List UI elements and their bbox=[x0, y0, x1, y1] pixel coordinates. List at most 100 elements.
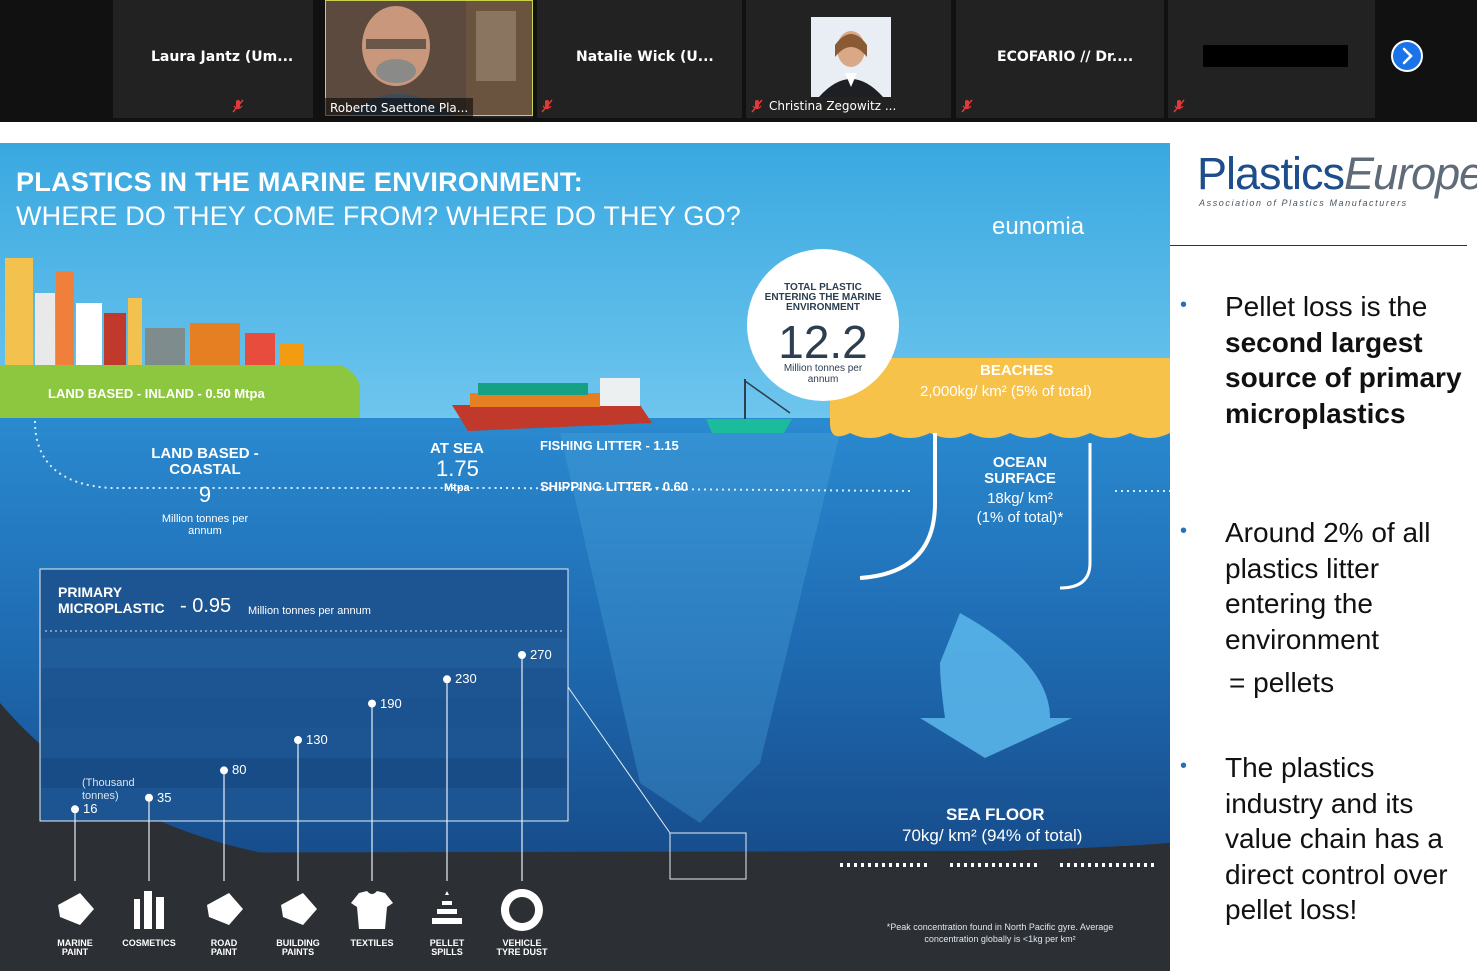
mic-off-icon bbox=[1173, 99, 1185, 113]
participant-tile[interactable]: Natalie Wick (U... bbox=[537, 0, 742, 118]
infographic: PLASTICS IN THE MARINE ENVIRONMENT: WHER… bbox=[0, 143, 1170, 971]
primary-label-2: MICROPLASTIC bbox=[58, 600, 165, 616]
sea-floor-value: 70kg/ km² (94% of total) bbox=[902, 826, 1083, 845]
lollipop-dot bbox=[71, 805, 79, 814]
mic-off-icon bbox=[541, 99, 553, 113]
lollipop-dot bbox=[220, 766, 228, 775]
participant-tile[interactable]: Laura Jantz (Um... bbox=[113, 0, 313, 118]
participant-video bbox=[811, 17, 891, 97]
chart-value-label: 270 bbox=[530, 647, 552, 662]
primary-label-1: PRIMARY bbox=[58, 584, 123, 600]
lollipop-dot bbox=[518, 651, 526, 659]
participant-name: Natalie Wick (U... bbox=[576, 49, 714, 65]
participant-name: Laura Jantz (Um... bbox=[151, 49, 294, 65]
category-label-line: SPILLS bbox=[431, 947, 463, 957]
ocean-surface-value: 18kg/ km² bbox=[987, 490, 1053, 507]
participant-name: ECOFARIO // Dr.... bbox=[997, 49, 1134, 65]
infographic-title-line1: PLASTICS IN THE MARINE ENVIRONMENT: bbox=[16, 167, 584, 197]
land-inland-label: LAND BASED - INLAND - 0.50 Mtpa bbox=[48, 386, 265, 401]
chart-value-label: 16 bbox=[83, 801, 98, 817]
shipping-litter-label: SHIPPING LITTER - 0.60 bbox=[540, 479, 689, 494]
total-label: TOTAL PLASTIC ENTERING THE MARINE ENVIRO… bbox=[764, 282, 882, 313]
bullet-marker: • bbox=[1180, 755, 1188, 777]
chart-value-label: 130 bbox=[306, 732, 328, 748]
participant-tile[interactable]: ECOFARIO // Dr.... bbox=[956, 0, 1164, 118]
redacted-name bbox=[1203, 45, 1348, 67]
participant-name: Christina Zegowitz ... bbox=[769, 99, 897, 113]
category-label: VEHICLE TYRE DUST bbox=[482, 939, 562, 957]
lollipop-dot bbox=[294, 736, 302, 745]
chart-value-label: 35 bbox=[157, 789, 172, 805]
category-label: TEXTILES bbox=[332, 939, 412, 948]
category-label: ROAD PAINT bbox=[184, 939, 264, 957]
bullet-1-text: Pellet loss is the bbox=[1225, 291, 1428, 322]
bullet-marker: • bbox=[1180, 294, 1188, 316]
infographic-title-line2: WHERE DO THEY COME FROM? WHERE DO THEY G… bbox=[16, 201, 741, 231]
category-label: MARINE PAINT bbox=[35, 939, 115, 957]
land-coastal-label: LAND BASED - COASTAL bbox=[151, 445, 259, 478]
category-label-line: COSMETICS bbox=[122, 938, 176, 948]
shared-slide: PLASTICS IN THE MARINE ENVIRONMENT: WHER… bbox=[0, 124, 1477, 971]
category-label-line: TYRE DUST bbox=[496, 947, 548, 957]
meeting-window: Laura Jantz (Um... Roberto Saettone Pla.… bbox=[0, 0, 1477, 971]
category-icon bbox=[281, 893, 317, 925]
chart-value-label: 190 bbox=[380, 695, 402, 711]
participant-name: Roberto Saettone Pla... bbox=[325, 98, 474, 118]
bullet-2-eq: = pellets bbox=[1229, 667, 1335, 698]
footnote: *Peak concentration found in North Pacif… bbox=[886, 922, 1114, 944]
category-icon bbox=[351, 891, 393, 929]
at-sea-label: AT SEA bbox=[430, 440, 484, 457]
mic-off-icon bbox=[961, 99, 973, 113]
at-sea-unit: Mtpa bbox=[444, 482, 470, 494]
lollipop-dot bbox=[368, 699, 376, 708]
beaches-label: BEACHES bbox=[980, 362, 1054, 379]
logo-text-europe: Europe bbox=[1344, 148, 1477, 199]
ocean-surface-pct: (1% of total)* bbox=[976, 509, 1064, 526]
eunomia-logo: eunomia bbox=[992, 213, 1085, 240]
primary-value: - 0.95 bbox=[180, 595, 232, 617]
category-label-line: PAINTS bbox=[281, 947, 315, 957]
total-value: 12.2 bbox=[778, 316, 868, 368]
participant-tile-video[interactable]: Christina Zegowitz ... bbox=[746, 0, 951, 118]
beaches-value: 2,000kg/ km² (5% of total) bbox=[920, 383, 1092, 400]
category-label: BUILDING PAINTS bbox=[258, 939, 338, 957]
participant-tile[interactable] bbox=[1168, 0, 1375, 118]
next-participants-button[interactable] bbox=[1391, 40, 1423, 72]
infographic-scene bbox=[0, 143, 1170, 971]
mic-off-icon bbox=[232, 99, 244, 113]
divider bbox=[1170, 245, 1467, 246]
logo-subtitle: Association of Plastics Manufacturers bbox=[1199, 198, 1408, 208]
bullet-3: The plastics industry and its value chai… bbox=[1225, 752, 1448, 925]
mic-off-icon bbox=[751, 99, 763, 113]
category-icon bbox=[134, 891, 164, 929]
category-label: PELLET SPILLS bbox=[407, 939, 487, 957]
category-icon bbox=[58, 893, 94, 925]
bullet-1-bold: second largest source of primary micropl… bbox=[1225, 326, 1462, 429]
participant-tile-video[interactable]: Roberto Saettone Pla... bbox=[325, 0, 533, 118]
chevron-right-icon bbox=[1402, 47, 1413, 65]
logo-text-plastics: Plastics bbox=[1197, 148, 1345, 199]
participant-strip: Laura Jantz (Um... Roberto Saettone Pla.… bbox=[0, 0, 1477, 122]
bullet-1: Pellet loss is the second largest source… bbox=[1225, 289, 1470, 431]
category-label-line: PAINT bbox=[61, 947, 89, 957]
total-unit: Million tonnes per annum bbox=[783, 363, 863, 385]
land-coastal-unit: Million tonnes per annum bbox=[161, 513, 249, 537]
primary-unit: Million tonnes per annum bbox=[248, 605, 371, 617]
chart-value-label: 80 bbox=[232, 762, 247, 778]
category-label-line: TEXTILES bbox=[350, 938, 394, 948]
category-icon bbox=[207, 893, 243, 925]
fishing-litter-label: FISHING LITTER - 1.15 bbox=[540, 438, 679, 453]
category-label: COSMETICS bbox=[109, 939, 189, 948]
chart-axis-note: (Thousand tonnes) bbox=[82, 777, 135, 802]
person-video-image bbox=[811, 17, 891, 97]
lollipop-dot bbox=[443, 675, 451, 684]
category-icon bbox=[432, 891, 462, 924]
chart-value-label: 230 bbox=[455, 671, 477, 687]
sea-floor-label: SEA FLOOR bbox=[946, 805, 1045, 824]
plastics-europe-logo: PlasticsEurope bbox=[1197, 148, 1477, 200]
category-icon bbox=[500, 889, 543, 931]
bullet-marker: • bbox=[1180, 520, 1188, 542]
land-coastal-value: 9 bbox=[198, 482, 212, 507]
at-sea-value: 1.75 bbox=[436, 456, 479, 481]
ocean-surface-label: OCEAN SURFACE bbox=[984, 454, 1056, 487]
